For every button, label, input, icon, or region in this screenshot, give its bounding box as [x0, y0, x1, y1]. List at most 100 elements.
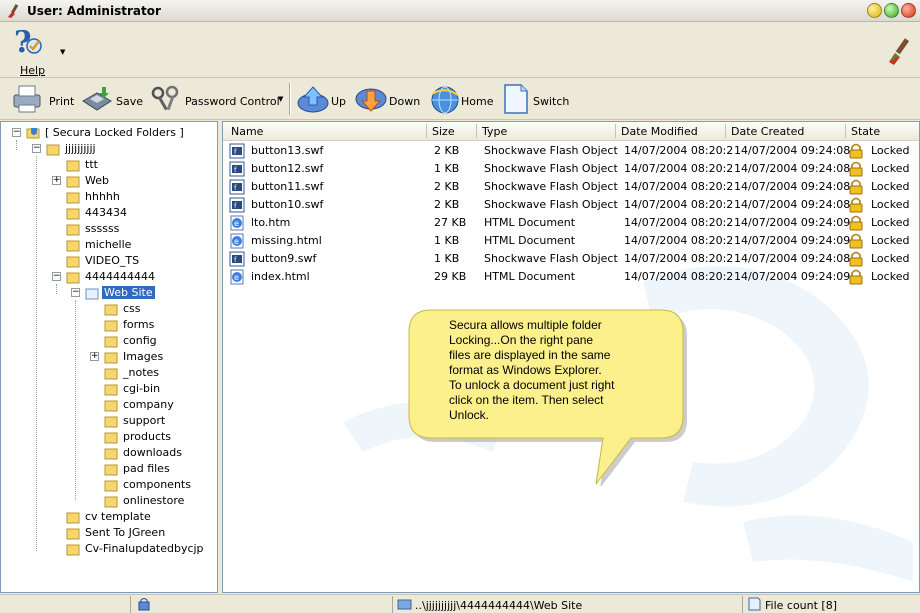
- table-row[interactable]: f button11.swf 2 KB Shockwave Flash Object 1…: [223, 178, 919, 196]
- tree-item-selected[interactable]: − Web Site: [71, 285, 211, 301]
- folder-icon: [66, 176, 80, 188]
- tree-item[interactable]: + Images: [90, 349, 210, 365]
- expand-icon[interactable]: +: [52, 176, 61, 185]
- file-date-created: 14/07/2004 09:24:08: [734, 252, 851, 265]
- tree-item[interactable]: Cv-Finalupdatedbycjp: [52, 541, 212, 557]
- main-toolbar: Print Save Password Control ▼ Up Down Ho…: [0, 79, 920, 120]
- collapse-icon[interactable]: −: [32, 144, 41, 153]
- tree-item-label: downloads: [123, 446, 182, 459]
- tree-item[interactable]: forms: [90, 317, 210, 333]
- tree-item[interactable]: _notes: [90, 365, 210, 381]
- minimize-button[interactable]: [867, 3, 882, 18]
- tree-item[interactable]: css: [90, 301, 210, 317]
- switch-button[interactable]: Switch: [499, 82, 569, 117]
- callout-line: Unlock.: [449, 408, 490, 422]
- html-file-icon: e: [229, 215, 245, 231]
- tree-item[interactable]: + Web: [52, 173, 212, 189]
- tree-item[interactable]: 443434: [52, 205, 212, 221]
- column-date-created[interactable]: Date Created: [731, 125, 804, 138]
- close-button[interactable]: [901, 3, 916, 18]
- lock-icon: [849, 269, 863, 285]
- tree-item[interactable]: downloads: [90, 445, 210, 461]
- expand-icon[interactable]: +: [90, 352, 99, 361]
- password-control-button[interactable]: Password Control: [148, 82, 286, 117]
- file-state: Locked: [871, 234, 910, 247]
- up-button[interactable]: Up: [296, 82, 350, 117]
- tree-root[interactable]: − [ Secura Locked Folders ]: [12, 125, 212, 141]
- tree-item[interactable]: − jjjjjjjjjj: [32, 141, 212, 157]
- tree-item[interactable]: − 4444444444: [52, 269, 212, 285]
- folder-icon: [104, 368, 118, 380]
- tree-item[interactable]: ssssss: [52, 221, 212, 237]
- tree-item-label: 443434: [85, 206, 127, 219]
- callout-line: To unlock a document just right: [449, 378, 615, 392]
- column-separator[interactable]: [426, 124, 427, 138]
- tree-item[interactable]: onlinestore: [90, 493, 210, 509]
- file-type: Shockwave Flash Object: [484, 144, 618, 157]
- file-list[interactable]: Name Size Type Date Modified Date Create…: [222, 121, 920, 593]
- table-row[interactable]: f button10.swf 2 KB Shockwave Flash Object 1…: [223, 196, 919, 214]
- tree-item-label: ttt: [85, 158, 98, 171]
- column-size[interactable]: Size: [432, 125, 455, 138]
- tree-item[interactable]: cv template: [52, 509, 212, 525]
- file-type: HTML Document: [484, 216, 576, 229]
- tree-item[interactable]: Sent To JGreen: [52, 525, 212, 541]
- tree-item[interactable]: config: [90, 333, 210, 349]
- down-button[interactable]: Down: [354, 82, 420, 117]
- file-type: HTML Document: [484, 270, 576, 283]
- callout-line: Locking...On the right pane: [449, 333, 594, 347]
- column-name[interactable]: Name: [231, 125, 263, 138]
- print-label: Print: [49, 95, 75, 108]
- table-row[interactable]: e index.html 29 KB HTML Document 14/07/2004 …: [223, 268, 919, 286]
- table-row[interactable]: f button13.swf 2 KB Shockwave Flash Object 1…: [223, 142, 919, 160]
- folder-icon: [104, 480, 118, 492]
- save-button[interactable]: Save: [80, 82, 144, 117]
- folder-tree[interactable]: − [ Secura Locked Folders ] − jjjjjjjjjj…: [0, 121, 218, 593]
- tree-item[interactable]: pad files: [90, 461, 210, 477]
- print-button[interactable]: Print: [10, 82, 76, 117]
- tree-item-label: company: [123, 398, 174, 411]
- collapse-icon[interactable]: −: [71, 288, 80, 297]
- file-type: Shockwave Flash Object: [484, 198, 618, 211]
- column-separator[interactable]: [615, 124, 616, 138]
- callout-line: click on the item. Then select: [449, 393, 604, 407]
- window-title: User: Administrator: [27, 4, 161, 18]
- tree-item[interactable]: company: [90, 397, 210, 413]
- column-type[interactable]: Type: [482, 125, 507, 138]
- file-date-modified: 14/07/2004 08:20:2: [624, 270, 734, 283]
- collapse-icon[interactable]: −: [52, 272, 61, 281]
- tree-item[interactable]: support: [90, 413, 210, 429]
- table-row[interactable]: e lto.htm 27 KB HTML Document 14/07/2004 08:…: [223, 214, 919, 232]
- tree-item[interactable]: components: [90, 477, 210, 493]
- column-separator[interactable]: [725, 124, 726, 138]
- folder-icon: [104, 320, 118, 332]
- table-row[interactable]: f button12.swf 1 KB Shockwave Flash Object 1…: [223, 160, 919, 178]
- down-arrow-icon: [355, 88, 387, 112]
- tree-item[interactable]: cgi-bin: [90, 381, 210, 397]
- home-label: Home: [461, 95, 494, 108]
- file-name: button13.swf: [251, 144, 324, 157]
- table-row[interactable]: e missing.html 1 KB HTML Document 14/07/2004…: [223, 232, 919, 250]
- home-button[interactable]: Home: [428, 82, 494, 117]
- folder-icon: [104, 496, 118, 508]
- file-state: Locked: [871, 180, 910, 193]
- tree-item[interactable]: products: [90, 429, 210, 445]
- folder-icon: [104, 352, 118, 364]
- column-separator[interactable]: [845, 124, 846, 138]
- tree-item[interactable]: michelle: [52, 237, 212, 253]
- column-date-modified[interactable]: Date Modified: [621, 125, 698, 138]
- column-separator[interactable]: [476, 124, 477, 138]
- help-dropdown-icon[interactable]: ▼: [60, 48, 65, 56]
- tree-item[interactable]: hhhhh: [52, 189, 212, 205]
- file-name: button9.swf: [251, 252, 317, 265]
- tree-item[interactable]: VIDEO_TS: [52, 253, 212, 269]
- tree-item-label: Web Site: [102, 286, 155, 299]
- column-state[interactable]: State: [851, 125, 880, 138]
- help-button[interactable]: ? Help ▼: [12, 26, 65, 77]
- folder-icon: [66, 160, 80, 172]
- table-row[interactable]: f button9.swf 1 KB Shockwave Flash Object 14…: [223, 250, 919, 268]
- password-dropdown-icon[interactable]: ▼: [278, 95, 283, 103]
- tree-item[interactable]: ttt: [52, 157, 212, 173]
- maximize-button[interactable]: [884, 3, 899, 18]
- collapse-icon[interactable]: −: [12, 128, 21, 137]
